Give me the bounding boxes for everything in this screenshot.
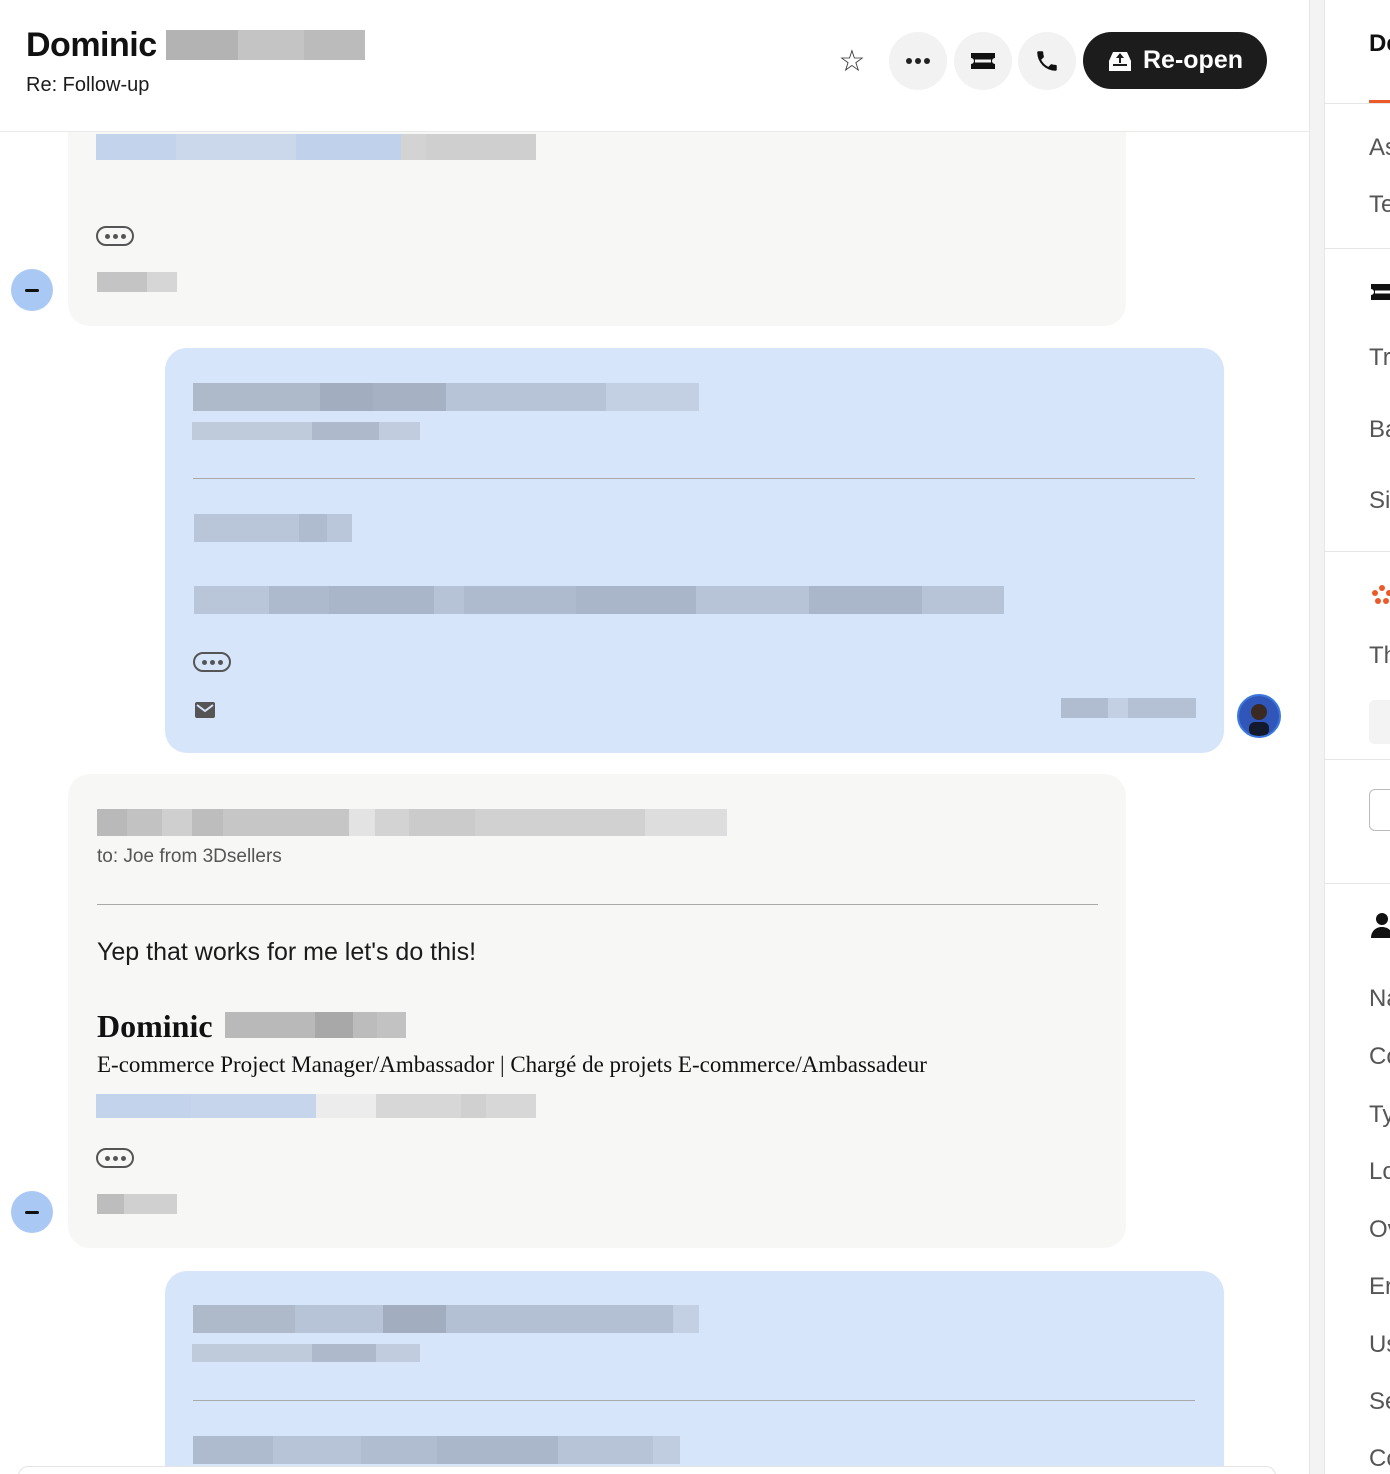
side-field-label[interactable]: Co: [1369, 1445, 1390, 1473]
expand-quoted-button[interactable]: [96, 1148, 134, 1168]
redacted-timestamp: [1061, 698, 1196, 718]
side-field-label[interactable]: Ov: [1369, 1216, 1390, 1244]
agent-photo: [1239, 696, 1279, 736]
details-side-panel: De As Te Tr Ba Si Th Na Co Ty Lo Ov Er U…: [1324, 0, 1390, 1474]
side-input-field[interactable]: [1369, 700, 1390, 744]
conversation-subject: Re: Follow-up: [26, 74, 150, 96]
star-icon[interactable]: ☆: [834, 44, 870, 80]
side-field-label[interactable]: Ty: [1369, 1101, 1390, 1129]
ticket-icon: [1371, 284, 1390, 300]
call-button[interactable]: [1018, 32, 1076, 90]
reply-composer-edge[interactable]: [18, 1466, 1276, 1474]
conversation-header: Dominic Re: Follow-up ☆ Re-open: [0, 0, 1309, 132]
redacted-body: [194, 586, 1004, 614]
redacted-link: [96, 134, 536, 160]
phone-icon: [1037, 51, 1057, 71]
collapse-message-button[interactable]: [11, 1191, 53, 1233]
side-field-label[interactable]: Te: [1369, 191, 1390, 219]
redacted-link: [96, 1094, 536, 1118]
customer-message: to: Joe from 3Dsellers Yep that works fo…: [68, 774, 1126, 1248]
side-divider: [1325, 248, 1390, 249]
side-divider: [1325, 551, 1390, 552]
ticket-button[interactable]: [954, 32, 1012, 90]
redacted-timestamp: [97, 1194, 177, 1214]
redacted-surname: [166, 30, 365, 60]
collapse-message-button[interactable]: [11, 269, 53, 311]
expand-quoted-button[interactable]: [96, 226, 134, 246]
more-options-button[interactable]: [889, 32, 947, 90]
side-field-label[interactable]: Ba: [1369, 416, 1390, 444]
redacted-recipient: [192, 422, 420, 440]
reopen-label: Re-open: [1143, 46, 1243, 74]
agent-avatar: [1237, 694, 1281, 738]
agent-message: [165, 348, 1224, 753]
expand-quoted-button[interactable]: [193, 652, 231, 672]
signature-name: Dominic: [97, 1008, 213, 1044]
side-divider: [1325, 103, 1390, 104]
side-field-label[interactable]: As: [1369, 134, 1390, 162]
tab-details[interactable]: De: [1369, 30, 1390, 58]
redacted-signature-surname: [225, 1012, 406, 1038]
reopen-button[interactable]: Re-open: [1083, 32, 1267, 89]
redacted-body: [193, 1436, 680, 1464]
more-icon: [906, 58, 930, 64]
redacted-timestamp: [97, 272, 177, 292]
side-divider: [1325, 883, 1390, 884]
redacted-sender: [97, 809, 727, 836]
zendesk-logo-icon: [1372, 585, 1390, 604]
side-field-label[interactable]: Er: [1369, 1273, 1390, 1301]
message-divider: [193, 478, 1195, 479]
side-field-label[interactable]: Si: [1369, 487, 1390, 515]
redacted-greeting: [194, 514, 352, 542]
contact-name: Dominic: [26, 26, 157, 64]
recipient-line: to: Joe from 3Dsellers: [97, 846, 282, 867]
side-field-label[interactable]: Lo: [1369, 1158, 1390, 1186]
message-divider: [97, 904, 1098, 905]
customer-message: [68, 110, 1126, 326]
person-icon: [1371, 913, 1390, 938]
envelope-icon: [195, 702, 215, 718]
panel-gutter: [1310, 0, 1324, 1474]
side-field-label[interactable]: Tr: [1369, 344, 1390, 372]
side-field-label[interactable]: Us: [1369, 1331, 1390, 1359]
side-field-label[interactable]: Na: [1369, 985, 1390, 1013]
signature-title: E-commerce Project Manager/Ambassador | …: [97, 1052, 927, 1077]
side-divider: [1325, 759, 1390, 760]
side-select-button[interactable]: [1369, 789, 1390, 831]
ticket-icon: [971, 53, 995, 69]
redacted-sender: [193, 1305, 699, 1333]
message-body: Yep that works for me let's do this!: [97, 938, 477, 966]
redacted-sender: [193, 383, 699, 411]
reopen-icon: [1109, 51, 1131, 71]
message-divider: [193, 1400, 1195, 1401]
side-field-label[interactable]: Co: [1369, 1043, 1390, 1071]
agent-message: [165, 1271, 1224, 1474]
side-field-label[interactable]: Se: [1369, 1388, 1390, 1416]
conversation-pane: Dominic Re: Follow-up ☆ Re-open to: Joe …: [0, 0, 1310, 1474]
redacted-recipient: [192, 1344, 420, 1362]
side-field-label: Th: [1369, 642, 1390, 669]
